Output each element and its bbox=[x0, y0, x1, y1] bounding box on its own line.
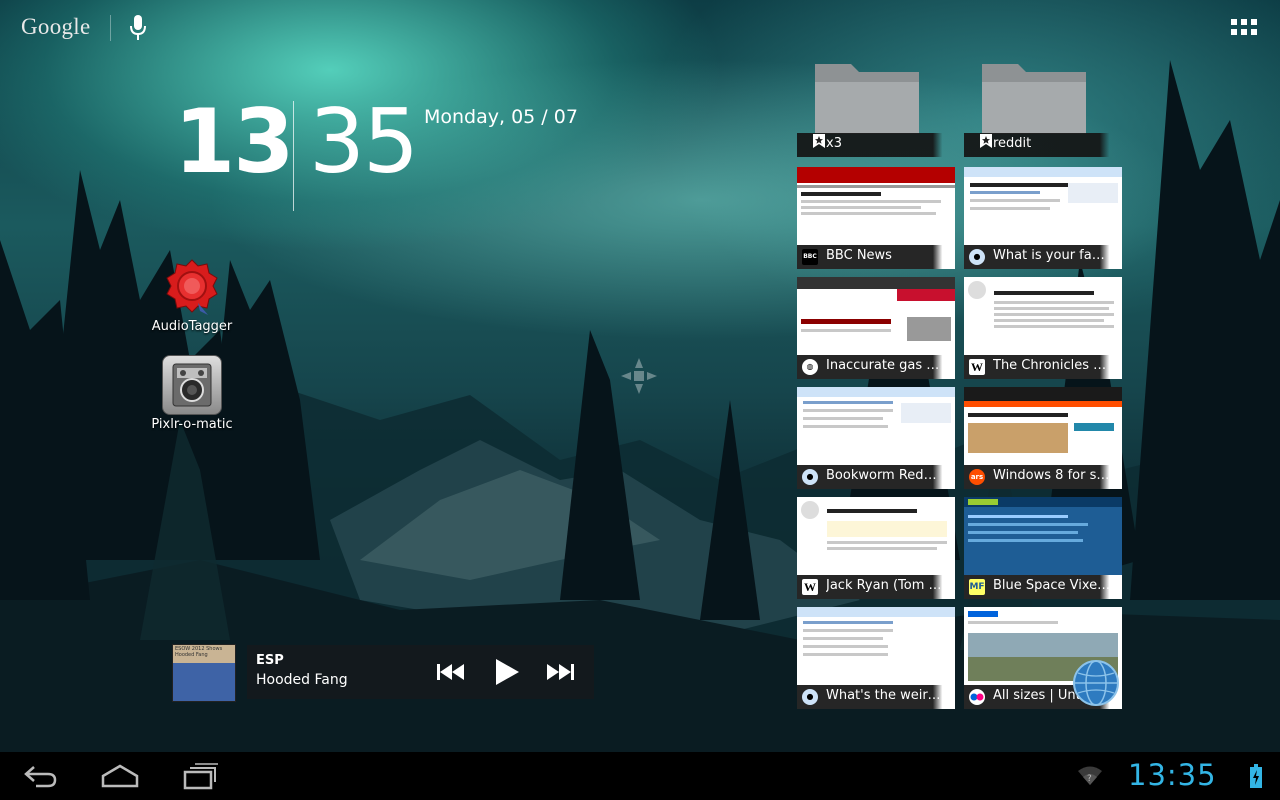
bookmark-star-icon bbox=[980, 134, 992, 148]
audiotagger-icon bbox=[166, 259, 218, 315]
bookmark-star-icon bbox=[813, 134, 825, 148]
all-apps-grid-icon[interactable] bbox=[1231, 19, 1257, 37]
status-bar-clock[interactable]: 13:35 bbox=[1128, 758, 1217, 792]
folder-label-bar: reddit bbox=[964, 133, 1122, 157]
tile-label-bar: ◍ Inaccurate gas pum... bbox=[797, 355, 955, 379]
clock-hours[interactable]: 13 bbox=[174, 92, 294, 192]
page-thumbnail bbox=[797, 607, 955, 685]
tile-label: What's the weirdest t... bbox=[826, 688, 944, 703]
tile-label-bar: ars Windows 8 for softw... bbox=[964, 465, 1122, 489]
battery-charging-icon[interactable] bbox=[1250, 764, 1262, 788]
clock-date: Monday, 05 / 07 bbox=[424, 106, 578, 128]
bookmark-folder-x3[interactable]: x3 bbox=[797, 54, 955, 157]
page-thumbnail bbox=[964, 167, 1122, 245]
move-cursor-icon bbox=[621, 358, 657, 394]
wikipedia-icon: W bbox=[969, 359, 985, 375]
tile-label-bar: ● What is your favorite... bbox=[964, 245, 1122, 269]
google-search-logo[interactable]: Google bbox=[21, 14, 91, 40]
folder-label: x3 bbox=[826, 136, 842, 151]
bookmark-folder-icon bbox=[982, 64, 1086, 134]
bookmark-tile[interactable]: ● What's the weirdest t... bbox=[797, 607, 955, 709]
shortcut-label: Pixlr-o-matic bbox=[151, 417, 233, 432]
globe-icon: ◍ bbox=[802, 359, 818, 375]
tile-label: Inaccurate gas pum... bbox=[826, 358, 944, 373]
bookmark-folder-icon bbox=[815, 64, 919, 134]
folder-label: reddit bbox=[993, 136, 1032, 151]
tile-label: Blue Space Vixens! | ... bbox=[993, 578, 1111, 593]
bookmark-tile[interactable]: BBC BBC News bbox=[797, 167, 955, 269]
recent-apps-icon[interactable] bbox=[183, 762, 219, 790]
previous-icon[interactable] bbox=[434, 656, 466, 688]
tile-label: What is your favorite... bbox=[993, 248, 1111, 263]
tile-label: BBC News bbox=[826, 248, 892, 263]
tile-label-bar: BBC BBC News bbox=[797, 245, 955, 269]
shortcut-label: AudioTagger bbox=[151, 319, 233, 334]
flickr-icon bbox=[969, 689, 985, 705]
bookmark-tile[interactable]: W The Chronicles of Th... bbox=[964, 277, 1122, 379]
clock-minutes[interactable]: 35 bbox=[309, 92, 419, 192]
folder-label-bar: x3 bbox=[797, 133, 955, 157]
tile-label-bar: W Jack Ryan (Tom Cla... bbox=[797, 575, 955, 599]
page-thumbnail bbox=[797, 277, 955, 355]
page-thumbnail bbox=[797, 497, 955, 575]
reddit-alien-icon: ● bbox=[802, 689, 818, 705]
play-icon[interactable] bbox=[491, 656, 523, 688]
bbc-favicon-icon: BBC bbox=[802, 249, 818, 265]
album-art-subtitle: Hooded Fang bbox=[175, 652, 208, 658]
home-icon[interactable] bbox=[101, 762, 139, 790]
mic-icon[interactable] bbox=[128, 14, 148, 42]
tile-label: Bookworm Redditor... bbox=[826, 468, 944, 483]
system-navigation-bar: ? 13:35 bbox=[0, 752, 1280, 800]
tile-label-bar: ● What's the weirdest t... bbox=[797, 685, 955, 709]
reddit-alien-icon: ● bbox=[802, 469, 818, 485]
bookmark-tile[interactable]: ◍ Inaccurate gas pum... bbox=[797, 277, 955, 379]
tile-label-bar: MF Blue Space Vixens! | ... bbox=[964, 575, 1122, 599]
globe-overlay-icon bbox=[1073, 660, 1119, 706]
metafilter-icon: MF bbox=[969, 579, 985, 595]
tile-label-bar: W The Chronicles of Th... bbox=[964, 355, 1122, 379]
page-thumbnail bbox=[964, 497, 1122, 575]
wifi-icon[interactable]: ? bbox=[1078, 766, 1102, 786]
tile-label-bar: ● Bookworm Redditor... bbox=[797, 465, 955, 489]
top-bar-divider bbox=[110, 15, 111, 41]
back-icon[interactable] bbox=[22, 762, 58, 790]
bookmark-folder-reddit[interactable]: reddit bbox=[964, 54, 1122, 157]
page-thumbnail bbox=[797, 167, 955, 245]
bookmark-tile[interactable]: W Jack Ryan (Tom Cla... bbox=[797, 497, 955, 599]
bookmark-tile[interactable]: ● Bookworm Redditor... bbox=[797, 387, 955, 489]
music-artist: ESP bbox=[256, 653, 284, 668]
page-thumbnail bbox=[797, 387, 955, 465]
album-art[interactable]: ESOW 2012 Shows Hooded Fang bbox=[172, 644, 236, 702]
music-widget[interactable]: ESP Hooded Fang bbox=[247, 645, 594, 699]
tile-label: Jack Ryan (Tom Cla... bbox=[826, 578, 944, 593]
reddit-alien-icon: ● bbox=[969, 249, 985, 265]
ars-technica-icon: ars bbox=[969, 469, 985, 485]
next-icon[interactable] bbox=[545, 656, 577, 688]
svg-text:?: ? bbox=[1087, 774, 1092, 784]
wikipedia-icon: W bbox=[802, 579, 818, 595]
shortcut-pixlr-o-matic[interactable]: Pixlr-o-matic bbox=[142, 355, 242, 432]
shortcut-audiotagger[interactable]: AudioTagger bbox=[142, 257, 242, 334]
camera-icon bbox=[162, 355, 222, 415]
page-thumbnail bbox=[964, 277, 1122, 355]
page-thumbnail bbox=[964, 387, 1122, 465]
bookmark-tile[interactable]: MF Blue Space Vixens! | ... bbox=[964, 497, 1122, 599]
bookmark-tile[interactable]: ● What is your favorite... bbox=[964, 167, 1122, 269]
tile-label: Windows 8 for softw... bbox=[993, 468, 1111, 483]
bookmark-tile[interactable]: ars Windows 8 for softw... bbox=[964, 387, 1122, 489]
bookmark-tile[interactable]: All sizes | Untitl... bbox=[964, 607, 1122, 709]
music-track: Hooded Fang bbox=[256, 672, 348, 688]
tile-label: The Chronicles of Th... bbox=[993, 358, 1111, 373]
clock-divider bbox=[293, 101, 294, 211]
